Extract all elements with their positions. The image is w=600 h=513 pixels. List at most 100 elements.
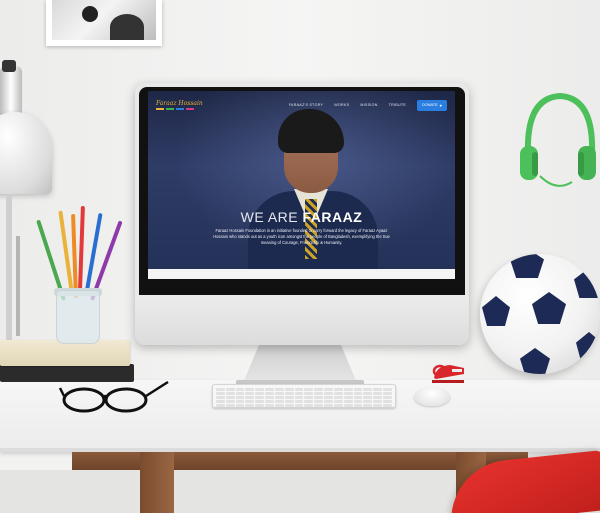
keyboard-key: [314, 388, 324, 391]
keyboard-key: [284, 392, 294, 395]
keyboard-key: [353, 400, 363, 403]
keyboard-key: [216, 388, 225, 391]
headphones: [520, 92, 596, 187]
keyboard-key: [245, 388, 255, 391]
keyboard-key: [353, 388, 363, 391]
keyboard-key: [265, 400, 274, 403]
glasses: [58, 380, 169, 413]
ball-patch: [482, 296, 510, 326]
keyboard-key: [353, 404, 363, 407]
monitor-stand: [243, 345, 357, 383]
keyboard-key: [225, 392, 235, 395]
ball-patch: [532, 292, 566, 324]
nav-link-tribute[interactable]: TRIBUTE: [389, 103, 406, 107]
nav-link-story[interactable]: FARAAZ'S STORY: [289, 103, 324, 107]
keyboard-key: [304, 388, 314, 391]
keyboard-key: [353, 396, 363, 399]
nav-link-mission[interactable]: MISSION: [360, 103, 377, 107]
website-screen: Faraaz Hossain FARAAZ'S STORY WORKS MISS…: [148, 91, 455, 279]
keyboard-key: [235, 404, 245, 407]
keyboard-key: [304, 400, 314, 403]
keyboard-key: [314, 392, 324, 395]
keyboard-key: [216, 396, 225, 399]
keyboard-key: [225, 400, 235, 403]
keyboard-key: [274, 392, 284, 395]
keyboard-key: [304, 392, 314, 395]
keyboard-key: [363, 388, 373, 391]
keyboard-key: [383, 392, 392, 395]
keyboard-key: [383, 396, 392, 399]
soccer-ball: [480, 254, 600, 374]
keyboard-key: [333, 392, 343, 395]
lamp-arm: [6, 194, 12, 344]
keyboard-key: [294, 400, 304, 403]
keyboard-key: [245, 400, 255, 403]
keyboard-key: [363, 400, 373, 403]
site-nav: Faraaz Hossain FARAAZ'S STORY WORKS MISS…: [148, 91, 455, 119]
keyboard-key: [324, 404, 333, 407]
keyboard-key: [324, 392, 333, 395]
site-logo[interactable]: Faraaz Hossain: [156, 100, 203, 110]
ball-patch: [520, 348, 550, 374]
keyboard-key: [383, 404, 392, 407]
nav-links: FARAAZ'S STORY WORKS MISSION TRIBUTE DON…: [289, 99, 447, 111]
keyboard-key: [284, 404, 294, 407]
photo-frame: [46, 0, 162, 46]
keyboard-key: [333, 388, 343, 391]
keyboard-key: [235, 400, 245, 403]
keyboard-key: [265, 404, 274, 407]
logo-bar: [166, 108, 174, 110]
lamp-cap: [2, 60, 16, 72]
keyboard-key: [343, 400, 353, 403]
keyboard-key: [245, 404, 255, 407]
keyboard-key: [343, 388, 353, 391]
keyboard-key: [235, 392, 245, 395]
keyboard-key: [284, 400, 294, 403]
logo-bar: [186, 108, 194, 110]
keyboard-key: [284, 388, 294, 391]
nav-link-works[interactable]: WORKS: [334, 103, 349, 107]
keyboard-key: [274, 396, 284, 399]
keyboard-key: [343, 392, 353, 395]
keyboard-key: [225, 404, 235, 407]
keyboard-key: [225, 388, 235, 391]
stapler: [432, 364, 464, 383]
desk-leg: [140, 452, 174, 513]
keyboard-key: [314, 396, 324, 399]
keyboard-key: [216, 404, 225, 407]
hero-title: WE ARE FARAAZ: [148, 209, 455, 225]
keyboard-key: [314, 404, 324, 407]
keyboard-key: [294, 388, 304, 391]
keyboard-key: [373, 404, 383, 407]
keyboard-key: [245, 392, 255, 395]
keyboard-key: [324, 400, 333, 403]
keyboard-key: [324, 396, 333, 399]
keyboard-key: [274, 404, 284, 407]
keyboard-key: [333, 400, 343, 403]
keyboard-key: [343, 396, 353, 399]
keyboard-key: [245, 396, 255, 399]
donate-label: DONATE: [422, 103, 438, 107]
keyboard-key: [383, 388, 392, 391]
logo-text: Faraaz Hossain: [156, 100, 203, 107]
keyboard-key: [363, 392, 373, 395]
keyboard-key: [333, 404, 343, 407]
keyboard-key: [265, 396, 274, 399]
keyboard-key: [216, 392, 225, 395]
heart-icon: ♥: [439, 102, 442, 108]
donate-button[interactable]: DONATE ♥: [417, 99, 447, 111]
keyboard-key: [353, 392, 363, 395]
keyboard-key: [255, 404, 265, 407]
keyboard-key: [255, 388, 265, 391]
keyboard-key: [373, 396, 383, 399]
logo-color-bars: [156, 108, 196, 110]
keyboard-key: [265, 388, 274, 391]
keyboard-key: [304, 396, 314, 399]
keyboard-key: [294, 392, 304, 395]
keyboard-key: [314, 400, 324, 403]
monitor-chin: [135, 295, 469, 345]
keyboard-key: [225, 396, 235, 399]
ball-patch: [510, 254, 544, 278]
keyboard-key: [373, 388, 383, 391]
logo-bar: [156, 108, 164, 110]
